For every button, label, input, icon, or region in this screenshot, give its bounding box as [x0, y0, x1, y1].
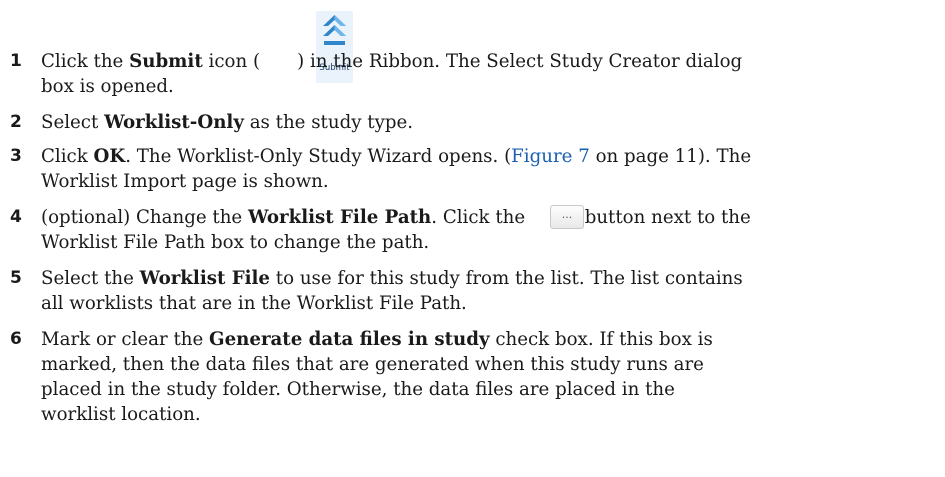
browse-ellipsis-button[interactable]: ... [550, 205, 584, 229]
step-line: placed in the study folder. Otherwise, t… [41, 379, 675, 400]
step-number: 4 [10, 207, 22, 227]
step-text: Click the Submit icon () in the Ribbon. … [41, 49, 941, 99]
step-line: Worklist File Path box to change the pat… [41, 232, 430, 253]
step-number: 3 [10, 146, 22, 166]
step-text: Click OK. The Worklist-Only Study Wizard… [41, 144, 941, 194]
ui-term: Submit [129, 51, 203, 72]
ui-term: OK [93, 146, 126, 167]
step-number: 6 [10, 329, 22, 349]
step-text: Mark or clear the Generate data files in… [41, 327, 941, 427]
step-number: 1 [10, 51, 22, 71]
step-line: Worklist Import page is shown. [41, 171, 329, 192]
figure-link[interactable]: Figure 7 [511, 146, 590, 167]
step-line: marked, then the data files that are gen… [41, 354, 704, 375]
step-number: 2 [10, 112, 22, 132]
step-line: Click the Submit icon () in the Ribbon. … [41, 51, 743, 72]
step-line: box is opened. [41, 76, 174, 97]
step-text: Select the Worklist File to use for this… [41, 266, 941, 316]
step-text: (optional) Change the Worklist File Path… [41, 205, 941, 255]
step-line: all worklists that are in the Worklist F… [41, 293, 467, 314]
ui-term: Generate data files in study [209, 329, 490, 350]
step-line: Select the Worklist File to use for this… [41, 268, 743, 289]
step-line: Mark or clear the Generate data files in… [41, 329, 713, 350]
step-line: (optional) Change the Worklist File Path… [41, 207, 751, 228]
ui-term: Worklist-Only [104, 112, 244, 133]
step-line: Click OK. The Worklist-Only Study Wizard… [41, 146, 752, 167]
step-line: worklist location. [41, 404, 201, 425]
ui-term: Worklist File [139, 268, 271, 289]
step-text: Select Worklist-Only as the study type. [41, 110, 941, 135]
step-number: 5 [10, 268, 22, 288]
step-line: Select Worklist-Only as the study type. [41, 112, 414, 133]
ui-term: Worklist File Path [247, 207, 432, 228]
